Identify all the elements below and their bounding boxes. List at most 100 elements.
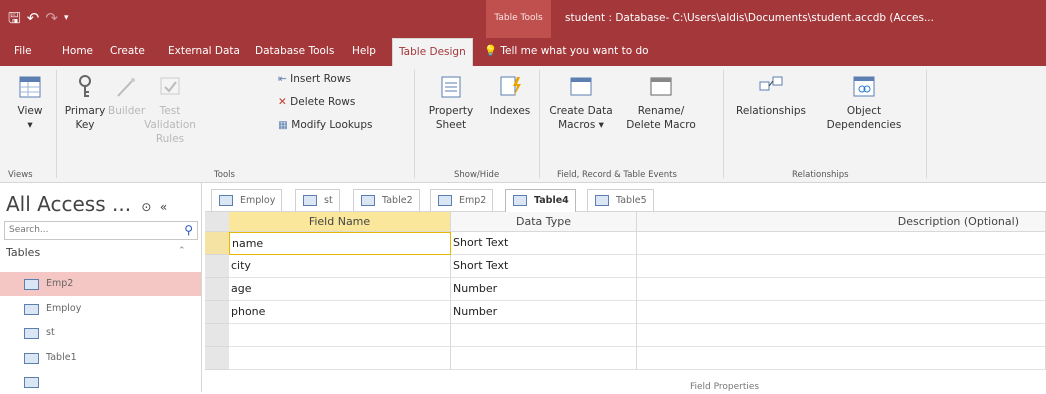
row-selector[interactable] xyxy=(205,255,229,278)
nav-item-st[interactable]: st xyxy=(0,321,201,345)
data-type-cell[interactable] xyxy=(451,324,637,347)
row-selector-current[interactable] xyxy=(205,232,229,255)
field-name-cell[interactable] xyxy=(229,324,451,347)
insert-rows-button[interactable]: ⇤ Insert Rows xyxy=(278,72,351,86)
doc-tab-table5[interactable]: Table5 xyxy=(587,189,654,211)
object-dependencies-button[interactable]: Object Dependencies xyxy=(816,74,912,132)
redo-icon[interactable]: ↷ xyxy=(45,10,58,26)
field-name-header: Field Name xyxy=(229,212,451,232)
datasheet-view-icon xyxy=(19,76,41,98)
table-icon xyxy=(513,195,527,206)
builder-wand-icon xyxy=(117,78,135,97)
lightbulb-icon: 💡 xyxy=(484,45,498,57)
test-validation-label: Test Validation Rules xyxy=(144,105,196,145)
object-dependencies-icon xyxy=(853,76,875,97)
tab-external-data[interactable]: External Data xyxy=(168,38,240,66)
delete-rows-button[interactable]: ✕ Delete Rows xyxy=(278,95,355,109)
tab-database-tools[interactable]: Database Tools xyxy=(255,38,334,66)
nav-item-table1[interactable]: Table1 xyxy=(0,346,201,370)
doc-tab-employ[interactable]: Employ xyxy=(211,189,283,211)
insert-rows-label: Insert Rows xyxy=(290,73,351,85)
data-type-cell[interactable]: Short Text xyxy=(451,255,637,278)
doc-tab-label: st xyxy=(324,195,333,206)
doc-tab-label: Table4 xyxy=(534,195,569,206)
field-name-cell[interactable]: phone xyxy=(229,301,451,324)
table-icon xyxy=(303,195,317,206)
test-validation-rules-button[interactable]: Test Validation Rules xyxy=(144,74,196,146)
doc-tab-emp2[interactable]: Emp2 xyxy=(430,189,494,211)
tab-table-design[interactable]: Table Design xyxy=(392,38,473,66)
relationships-button[interactable]: Relationships xyxy=(730,74,812,118)
collapse-section-icon[interactable]: ⌃ xyxy=(178,246,186,256)
tab-file[interactable]: File xyxy=(14,38,32,66)
relationships-group-label: Relationships xyxy=(792,170,849,180)
property-sheet-button[interactable]: Property Sheet xyxy=(420,74,482,132)
row-selector[interactable] xyxy=(205,278,229,301)
nav-item-label: Employ xyxy=(46,303,82,314)
field-properties-label: Field Properties xyxy=(690,382,760,392)
undo-icon[interactable]: ↶ xyxy=(27,10,40,26)
tell-me-box[interactable]: 💡 Tell me what you want to do xyxy=(484,38,649,66)
tab-help[interactable]: Help xyxy=(352,38,376,66)
description-cell[interactable] xyxy=(637,324,1046,347)
data-type-cell[interactable]: Number xyxy=(451,278,637,301)
chevron-down-icon: ▾ xyxy=(27,119,33,131)
description-cell[interactable] xyxy=(637,255,1046,278)
chevron-down-icon: ▾ xyxy=(598,119,604,131)
ribbon-tab-bar: File Home Create External Data Database … xyxy=(0,38,1046,66)
nav-search-box[interactable]: ⚲ xyxy=(4,221,198,240)
field-name-cell[interactable]: city xyxy=(229,255,451,278)
field-name-cell[interactable]: name xyxy=(229,232,451,255)
group-separator xyxy=(723,70,724,178)
table-icon xyxy=(24,279,39,290)
nav-pane-title[interactable]: All Access ... ⊙ « xyxy=(6,192,167,216)
modify-lookups-icon: ▦ xyxy=(278,119,288,131)
group-separator xyxy=(414,70,415,178)
create-data-macros-button[interactable]: Create Data Macros ▾ xyxy=(544,74,618,132)
modify-lookups-button[interactable]: ▦ Modify Lookups xyxy=(278,118,372,132)
tell-me-text: Tell me what you want to do xyxy=(500,45,649,57)
data-type-cell[interactable] xyxy=(451,347,637,370)
tab-home[interactable]: Home xyxy=(62,38,93,66)
description-cell[interactable] xyxy=(637,278,1046,301)
table-icon xyxy=(24,353,39,364)
primary-key-button[interactable]: Primary Key xyxy=(62,74,108,132)
view-button[interactable]: View ▾ xyxy=(10,74,50,132)
builder-button[interactable]: Builder xyxy=(108,74,145,118)
tab-create[interactable]: Create xyxy=(110,38,145,66)
doc-tab-st[interactable]: st xyxy=(295,189,340,211)
nav-search-input[interactable] xyxy=(5,222,175,238)
save-icon[interactable]: 🖫 xyxy=(8,10,21,26)
field-name-cell[interactable]: age xyxy=(229,278,451,301)
nav-section-header[interactable]: Tables ⌃ xyxy=(6,246,186,259)
search-icon[interactable]: ⚲ xyxy=(184,223,193,237)
row-selector[interactable] xyxy=(205,301,229,324)
doc-tab-table2[interactable]: Table2 xyxy=(353,189,420,211)
indexes-label: Indexes xyxy=(489,105,531,117)
description-cell[interactable] xyxy=(637,347,1046,370)
field-name-cell[interactable] xyxy=(229,347,451,370)
row-selector[interactable] xyxy=(205,324,229,347)
nav-item-emp2[interactable]: Emp2 xyxy=(0,272,201,296)
doc-tab-label: Employ xyxy=(240,195,276,206)
tools-group-label: Tools xyxy=(214,170,235,180)
description-cell[interactable] xyxy=(637,232,1046,255)
table-icon xyxy=(361,195,375,206)
data-type-cell[interactable]: Short Text xyxy=(451,232,637,255)
group-separator xyxy=(926,70,927,178)
indexes-button[interactable]: Indexes xyxy=(486,74,534,118)
doc-tab-label: Table2 xyxy=(382,195,413,206)
collapse-pane-icon[interactable]: « xyxy=(160,200,167,214)
doc-tab-table4[interactable]: Table4 xyxy=(505,189,576,212)
doc-tab-label: Emp2 xyxy=(459,195,487,206)
data-type-cell[interactable]: Number xyxy=(451,301,637,324)
nav-item-employ[interactable]: Employ xyxy=(0,297,201,321)
rename-macro-icon xyxy=(650,77,672,96)
nav-item-partial[interactable] xyxy=(0,370,201,394)
row-selector[interactable] xyxy=(205,347,229,370)
customize-qat-icon[interactable]: ▾ xyxy=(64,10,69,26)
description-cell[interactable] xyxy=(637,301,1046,324)
nav-options-icon[interactable]: ⊙ xyxy=(141,200,151,214)
rename-delete-macro-button[interactable]: Rename/ Delete Macro xyxy=(624,74,698,132)
primary-key-label: Primary Key xyxy=(64,105,106,131)
